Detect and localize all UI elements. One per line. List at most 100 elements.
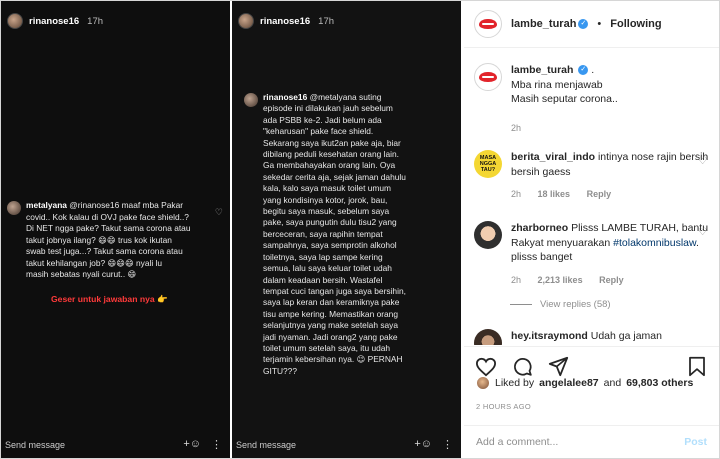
story-comment: metalyana @rinanose16 maaf mba Pakar cov…: [7, 200, 219, 281]
account-avatar[interactable]: [474, 10, 502, 38]
commenter-avatar[interactable]: [474, 221, 502, 249]
story-comment-text: metalyana @rinanose16 maaf mba Pakar cov…: [26, 200, 191, 281]
view-replies-button[interactable]: View replies (58): [510, 299, 611, 310]
comment-time: 2h: [511, 189, 522, 199]
comment-line: Di NET ngga pake? Takut sama corona atau: [26, 223, 191, 233]
comment-body: hey.itsraymond Udah ga jaman: [511, 329, 713, 345]
caption-line: Masih seputar corona..: [511, 93, 618, 105]
account-username[interactable]: lambe_turah ✓: [511, 18, 589, 30]
comment-author: metalyana: [26, 200, 67, 210]
comment-input[interactable]: [476, 436, 685, 448]
more-icon[interactable]: ⋮: [442, 438, 453, 451]
swipe-hint: Geser untuk jawaban nya 👉: [51, 294, 168, 304]
commenter-avatar[interactable]: [474, 329, 502, 345]
comment-line: takut kehilangan job? 😄😄😄 nyali lu: [26, 257, 163, 268]
more-icon[interactable]: ⋮: [211, 438, 222, 451]
likes-prefix: Liked by: [495, 377, 535, 389]
lips-logo-icon: [479, 19, 497, 29]
reply-line: sampahnya, saya semprotin alkohol: [263, 240, 397, 251]
comment-line: swab test juga...? Takut sama corona ata…: [26, 246, 183, 256]
reply-line: @metalyana suting: [309, 92, 382, 102]
reply-author: rinanose16: [263, 92, 308, 102]
story-username[interactable]: rinanose16: [260, 16, 310, 27]
caption-meta: 2h: [511, 121, 618, 136]
caption-text: lambe_turah ✓ . Mba rina menjawab Masih …: [511, 63, 618, 135]
story-reply: rinanose16 @metalyana suting episode ini…: [244, 92, 456, 377]
comment-author[interactable]: hey.itsraymond: [511, 330, 588, 342]
reply-button[interactable]: Reply: [599, 275, 624, 285]
reply-line: berceceran, saya rapihin tempat: [263, 228, 383, 239]
verified-badge-icon: ✓: [578, 19, 589, 30]
send-message-input[interactable]: Send message: [236, 440, 296, 450]
story-time: 17h: [318, 15, 335, 27]
story-avatar[interactable]: [7, 13, 23, 29]
reply-line: tempat cuci tangan juga saya bersihin,: [263, 285, 406, 296]
reply-line: selanjutnya yang make setelah saya: [263, 320, 399, 331]
comment-author[interactable]: zharborneo: [511, 222, 568, 234]
story-username[interactable]: rinanose16: [29, 16, 79, 27]
reply-line: ada PSBB ke-2. Jadi belum ada: [263, 114, 382, 125]
caption: lambe_turah ✓ . Mba rina menjawab Masih …: [474, 63, 713, 135]
caption-avatar[interactable]: [474, 63, 502, 91]
heart-icon: ♡: [214, 207, 223, 217]
like-heart-icon[interactable]: [474, 355, 498, 379]
comment-meta: 2h 18 likes Reply: [511, 187, 713, 202]
post-timestamp[interactable]: 2 HOURS AGO: [476, 402, 531, 411]
reply-line: sekedar cerita aja, sejak jaman dahulu: [263, 171, 406, 182]
reply-line: saya lap keran dan keramiknya pake: [263, 297, 400, 308]
reply-line: dalam keadaan bersih. Wastafel: [263, 274, 383, 285]
reply-line: terjamin kebersihan nya. 😉 PERNAH: [263, 354, 403, 365]
reply-line: Sekarang saya ikut2an pake aja, biar: [263, 137, 401, 148]
bookmark-icon[interactable]: [685, 355, 709, 379]
reply-line: semua, lalu saya keluar toilet udah: [263, 263, 392, 274]
post-comment-button[interactable]: Post: [684, 436, 707, 448]
send-message-input[interactable]: Send message: [5, 440, 65, 450]
story-footer: Send message +☺ ⋮: [236, 438, 453, 451]
likes-count[interactable]: 69,803 others: [626, 377, 693, 389]
comment-text: Udah ga jaman: [590, 330, 662, 342]
comment-time: 2h: [511, 274, 522, 285]
heart-icon[interactable]: ♡: [698, 227, 707, 238]
view-replies-label[interactable]: View replies (58): [540, 299, 611, 310]
heart-icon[interactable]: ♡: [698, 156, 707, 167]
story-header: rinanose16 17h: [7, 13, 103, 29]
liker-avatar[interactable]: [476, 376, 490, 390]
comment-author[interactable]: berita_viral_indo: [511, 151, 595, 163]
verified-badge-icon: ✓: [578, 65, 589, 76]
caption-author[interactable]: lambe_turah: [511, 64, 573, 76]
comment-likes[interactable]: 18 likes: [538, 189, 571, 199]
add-person-icon[interactable]: +☺: [414, 438, 432, 451]
following-button[interactable]: Following: [610, 18, 661, 30]
story-avatar[interactable]: [238, 13, 254, 29]
add-person-icon[interactable]: +☺: [183, 438, 201, 451]
commenter-avatar[interactable]: MASA NGGA TAU?: [474, 150, 502, 178]
caption-block: lambe_turah ✓ . Mba rina menjawab Masih …: [474, 63, 713, 135]
post-panel: lambe_turah ✓ • Following lambe_turah ✓ .…: [464, 1, 719, 458]
comment-item: zharborneo Plisss LAMBE TURAH, bantu Rak…: [474, 221, 713, 287]
account-name[interactable]: lambe_turah: [511, 18, 576, 30]
replier-avatar: [244, 93, 258, 107]
story-reply-text: rinanose16 @metalyana suting episode ini…: [263, 92, 406, 377]
hashtag-link[interactable]: #tolakomnibuslaw: [613, 237, 696, 249]
likes-joiner: and: [603, 377, 622, 389]
story-header: rinanose16 17h: [238, 13, 334, 29]
caption-time: 2h: [511, 122, 522, 133]
separator-dot: •: [597, 18, 602, 30]
comment-line: takut jobnya ilang? 😄😄 trus kok ikutan: [26, 234, 172, 245]
reply-line: yang kondisinya kotor, jorok, bau,: [263, 194, 388, 205]
reply-line: toilet umum setelah saya, itu udah: [263, 342, 391, 353]
share-plane-icon[interactable]: [546, 355, 570, 379]
comment-meta: 2h 2,213 likes Reply: [511, 273, 713, 288]
reply-line: Ga membahayakan orang lain. Oya: [263, 160, 396, 171]
replies-line: [510, 304, 532, 305]
post-header: lambe_turah ✓ • Following: [464, 1, 719, 48]
reply-line: pake, saya pungutin dulu tisu2 yang: [263, 217, 397, 228]
liker-username[interactable]: angelalee87: [539, 377, 599, 389]
reply-button[interactable]: Reply: [587, 189, 612, 199]
reply-line: episode ini dilakukan jauh sebelum: [263, 103, 393, 114]
comment-bubble-icon[interactable]: [510, 355, 534, 379]
comment-line: covid.. Kok kalau di OVJ pake face shiel…: [26, 211, 189, 222]
comment-likes[interactable]: 2,213 likes: [538, 275, 583, 285]
comment-line: masih sebatas nyali curut.. 😄: [26, 269, 137, 279]
add-comment-bar: Post: [464, 425, 719, 458]
